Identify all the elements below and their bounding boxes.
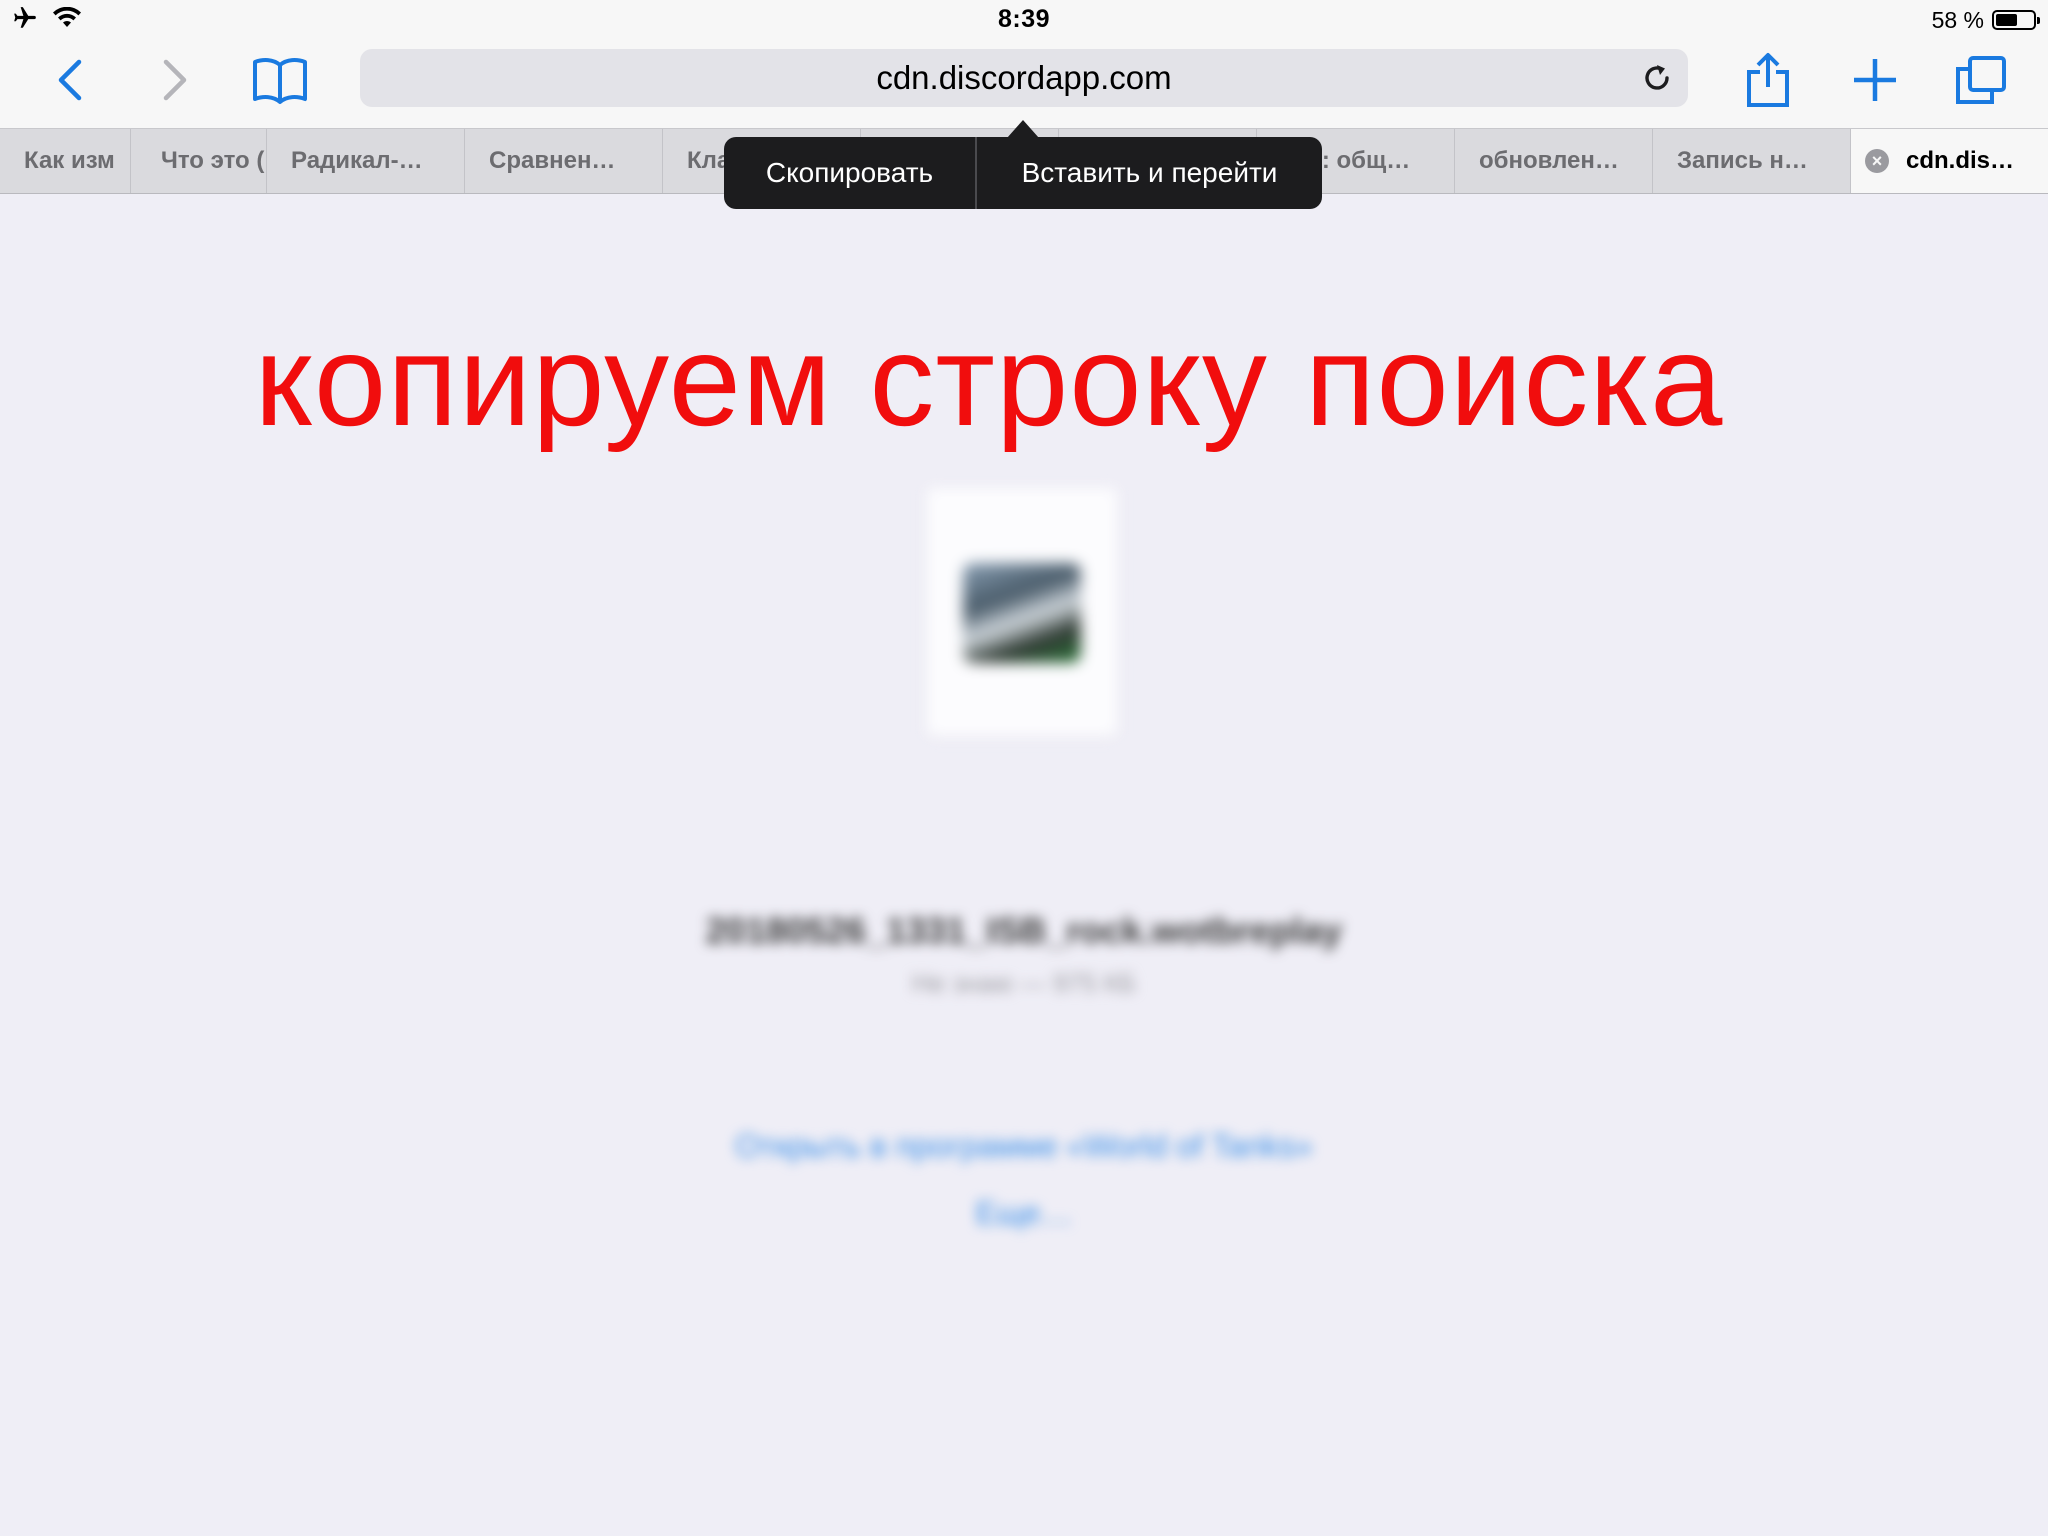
tab-label: Что это ( [161,147,265,174]
reload-icon[interactable] [1640,61,1674,95]
plus-icon [1854,59,1896,101]
status-right: 58 % [1931,6,2040,34]
more-link[interactable]: Еще… [0,1195,2048,1232]
tab-2[interactable]: Радикал-… [267,129,465,193]
battery-icon [1992,10,2040,30]
copy-menu-item[interactable]: Скопировать [724,137,975,209]
paste-and-go-menu-item[interactable]: Вставить и перейти [977,137,1322,209]
file-meta: Не знаю — 975 КБ [912,968,1136,998]
chevron-right-icon [163,59,187,101]
file-name: 20180526_1331_ISB_rock.wotbreplay [705,910,1343,951]
battery-nub [2037,17,2040,24]
safari-window: 8:39 58 % cdn.discordapp.com Как изм Что… [0,0,2048,1536]
tab-close-icon[interactable]: × [1865,149,1889,173]
tab-label: Запись н… [1677,147,1808,174]
toolbar: cdn.discordapp.com [0,40,2048,128]
chevron-left-icon [58,59,82,101]
tab-9[interactable]: Запись н… [1653,129,1851,193]
tab-active[interactable]: × cdn.dis… [1851,129,2048,193]
new-tab-button[interactable] [1840,50,1910,110]
tab-3[interactable]: Сравнен… [465,129,663,193]
battery-fill [1996,14,2017,26]
battery-percent: 58 % [1931,6,1984,33]
tab-0[interactable]: Как изм [0,129,131,193]
tab-1[interactable]: Что это ( [131,129,267,193]
context-menu: Скопировать Вставить и перейти [724,137,1322,209]
tab-8[interactable]: обновлен… [1455,129,1653,193]
status-bar: 8:39 58 % [0,0,2048,40]
tab-label: Радикал-… [291,147,423,174]
share-button[interactable] [1733,50,1803,110]
open-in-app-link[interactable]: Открыть в программе «World of Tanks» [0,1128,2048,1165]
tabs-overview-button[interactable] [1946,50,2016,110]
context-menu-arrow [1007,120,1039,138]
tab-label: обновлен… [1479,147,1619,174]
tab-label: Как изм [24,147,115,174]
share-icon [1747,53,1789,107]
open-book-icon [253,58,307,104]
address-text: cdn.discordapp.com [876,59,1172,96]
status-time: 8:39 [997,5,1051,33]
address-bar[interactable]: cdn.discordapp.com [360,49,1688,107]
bookmarks-button[interactable] [245,50,315,110]
back-button[interactable] [35,50,105,110]
annotation-text: копируем строку поиска [254,307,1724,453]
tab-label: cdn.dis… [1906,147,2015,174]
forward-button[interactable] [140,50,210,110]
file-icon [927,488,1117,736]
tabs-icon [1956,56,2006,104]
tab-label: Сравнен… [489,147,616,174]
file-thumbnail [963,563,1081,663]
